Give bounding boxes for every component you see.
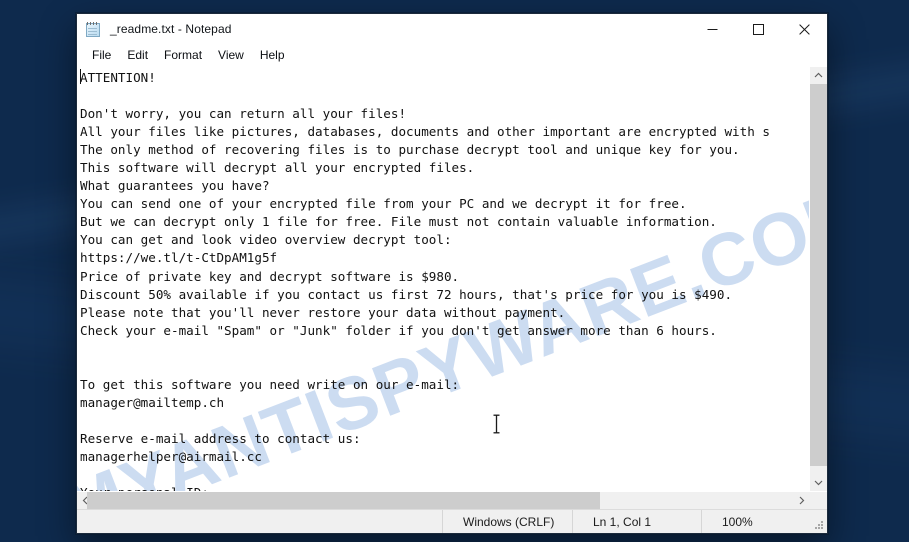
menu-format[interactable]: Format (156, 46, 210, 65)
chevron-down-icon (814, 480, 823, 486)
maximize-button[interactable] (735, 14, 781, 44)
maximize-icon (752, 23, 764, 35)
status-zoom-level: 100% (701, 510, 827, 533)
notepad-icon (85, 21, 102, 38)
menu-edit[interactable]: Edit (119, 46, 156, 65)
menu-file[interactable]: File (84, 46, 119, 65)
editor-region: MYANTISPYWARE.COM ATTENTION! Don't worry… (77, 66, 827, 491)
close-button[interactable] (781, 14, 827, 44)
scroll-right-button[interactable] (793, 492, 810, 509)
chevron-up-icon (814, 72, 823, 78)
window-titlebar[interactable]: _readme.txt - Notepad (77, 14, 827, 44)
status-bar-spacer (77, 510, 442, 533)
horizontal-scrollbar[interactable] (77, 491, 827, 509)
scrollbar-corner (810, 492, 827, 509)
status-bar: Windows (CRLF) Ln 1, Col 1 100% (77, 509, 827, 533)
document-text: ATTENTION! Don't worry, you can return a… (80, 70, 770, 491)
horizontal-scrollbar-thumb[interactable] (87, 492, 600, 509)
vertical-scrollbar-track[interactable] (810, 466, 827, 474)
chevron-right-icon (799, 496, 805, 505)
close-icon (798, 23, 810, 35)
vertical-scrollbar-thumb[interactable] (810, 84, 827, 466)
status-line-ending: Windows (CRLF) (442, 510, 572, 533)
text-caret (80, 69, 81, 84)
minimize-button[interactable] (689, 14, 735, 44)
window-title: _readme.txt - Notepad (110, 22, 232, 36)
menu-help[interactable]: Help (252, 46, 293, 65)
text-editor[interactable]: MYANTISPYWARE.COM ATTENTION! Don't worry… (77, 67, 809, 491)
menu-view[interactable]: View (210, 46, 252, 65)
vertical-scrollbar[interactable] (809, 67, 827, 491)
scroll-up-button[interactable] (810, 67, 827, 84)
status-cursor-position: Ln 1, Col 1 (572, 510, 701, 533)
window-controls (689, 14, 827, 44)
menu-bar: File Edit Format View Help (77, 44, 827, 66)
resize-grip-icon[interactable] (814, 520, 824, 530)
minimize-icon (707, 28, 717, 30)
notepad-window[interactable]: _readme.txt - Notepad File Edit Format V… (76, 13, 828, 534)
scroll-down-button[interactable] (810, 474, 827, 491)
